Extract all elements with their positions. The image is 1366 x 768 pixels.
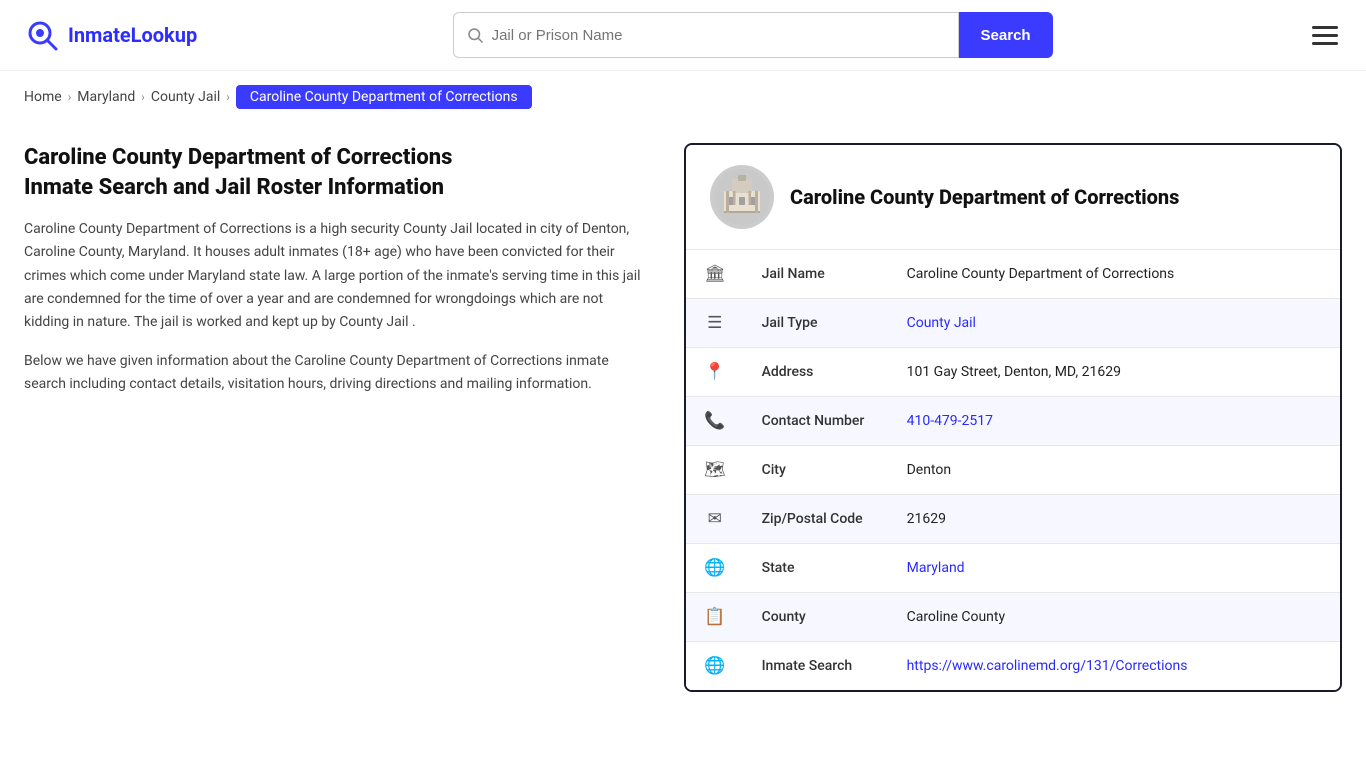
row-label: Jail Name: [744, 250, 889, 299]
row-label: Contact Number: [744, 397, 889, 446]
facility-avatar: [710, 165, 774, 229]
table-row: ☰Jail Type County Jail: [686, 299, 1340, 348]
logo-icon: [24, 17, 60, 53]
row-label: Inmate Search: [744, 642, 889, 691]
row-label: Address: [744, 348, 889, 397]
table-row: 📍Address101 Gay Street, Denton, MD, 2162…: [686, 348, 1340, 397]
info-card-title: Caroline County Department of Correction…: [790, 185, 1179, 209]
description-2: Below we have given information about th…: [24, 350, 644, 396]
logo-link[interactable]: InmateLookup: [24, 17, 197, 53]
row-label: Zip/Postal Code: [744, 495, 889, 544]
row-icon: 📋: [686, 593, 744, 642]
header: InmateLookup Search: [0, 0, 1366, 71]
row-icon: 🗺: [686, 446, 744, 495]
main-layout: Caroline County Department of Correction…: [0, 123, 1366, 732]
row-value: 101 Gay Street, Denton, MD, 21629: [889, 348, 1340, 397]
breadcrumb-home[interactable]: Home: [24, 89, 62, 105]
search-icon: [466, 26, 484, 44]
row-value[interactable]: https://www.carolinemd.org/131/Correctio…: [889, 642, 1340, 691]
row-label: Jail Type: [744, 299, 889, 348]
table-row: 📞Contact Number 410-479-2517: [686, 397, 1340, 446]
table-row: 🏛Jail NameCaroline County Department of …: [686, 250, 1340, 299]
row-icon: 📞: [686, 397, 744, 446]
logo-text: InmateLookup: [68, 23, 197, 47]
breadcrumb-county-jail[interactable]: County Jail: [151, 89, 220, 105]
info-card: Caroline County Department of Correction…: [684, 143, 1342, 692]
search-wrapper: [453, 12, 959, 58]
row-icon: 🌐: [686, 642, 744, 691]
description-1: Caroline County Department of Correction…: [24, 218, 644, 333]
row-label: State: [744, 544, 889, 593]
hamburger-menu[interactable]: [1308, 22, 1342, 49]
breadcrumb-sep-3: ›: [226, 90, 230, 104]
page-heading: Caroline County Department of Correction…: [24, 143, 644, 202]
row-value: Caroline County: [889, 593, 1340, 642]
hamburger-line-3: [1312, 42, 1338, 45]
table-row: 🗺CityDenton: [686, 446, 1340, 495]
info-table: 🏛Jail NameCaroline County Department of …: [686, 250, 1340, 690]
row-icon: ☰: [686, 299, 744, 348]
row-icon: 📍: [686, 348, 744, 397]
row-value: Denton: [889, 446, 1340, 495]
search-input[interactable]: [492, 27, 946, 44]
breadcrumb: Home › Maryland › County Jail › Caroline…: [0, 71, 1366, 123]
row-value: 21629: [889, 495, 1340, 544]
hamburger-line-1: [1312, 26, 1338, 29]
row-value[interactable]: 410-479-2517: [889, 397, 1340, 446]
row-value: Caroline County Department of Correction…: [889, 250, 1340, 299]
facility-building-icon: [714, 169, 770, 225]
breadcrumb-sep-1: ›: [68, 90, 72, 104]
breadcrumb-sep-2: ›: [141, 90, 145, 104]
info-card-header: Caroline County Department of Correction…: [686, 145, 1340, 250]
table-row: 📋CountyCaroline County: [686, 593, 1340, 642]
row-value-link[interactable]: https://www.carolinemd.org/131/Correctio…: [907, 658, 1188, 674]
row-value-link[interactable]: Maryland: [907, 560, 965, 576]
search-button[interactable]: Search: [959, 12, 1053, 58]
search-area: Search: [453, 12, 1053, 58]
breadcrumb-maryland[interactable]: Maryland: [77, 89, 135, 105]
row-value-link[interactable]: 410-479-2517: [907, 413, 993, 429]
row-value[interactable]: Maryland: [889, 544, 1340, 593]
table-row: 🌐Inmate Search https://www.carolinemd.org…: [686, 642, 1340, 691]
table-row: 🌐State Maryland: [686, 544, 1340, 593]
left-content: Caroline County Department of Correction…: [24, 143, 644, 412]
table-row: ✉Zip/Postal Code21629: [686, 495, 1340, 544]
row-label: City: [744, 446, 889, 495]
row-icon: ✉: [686, 495, 744, 544]
hamburger-line-2: [1312, 34, 1338, 37]
row-icon: 🌐: [686, 544, 744, 593]
breadcrumb-active: Caroline County Department of Correction…: [236, 85, 532, 109]
row-icon: 🏛: [686, 250, 744, 299]
row-value[interactable]: County Jail: [889, 299, 1340, 348]
row-label: County: [744, 593, 889, 642]
row-value-link[interactable]: County Jail: [907, 315, 976, 331]
